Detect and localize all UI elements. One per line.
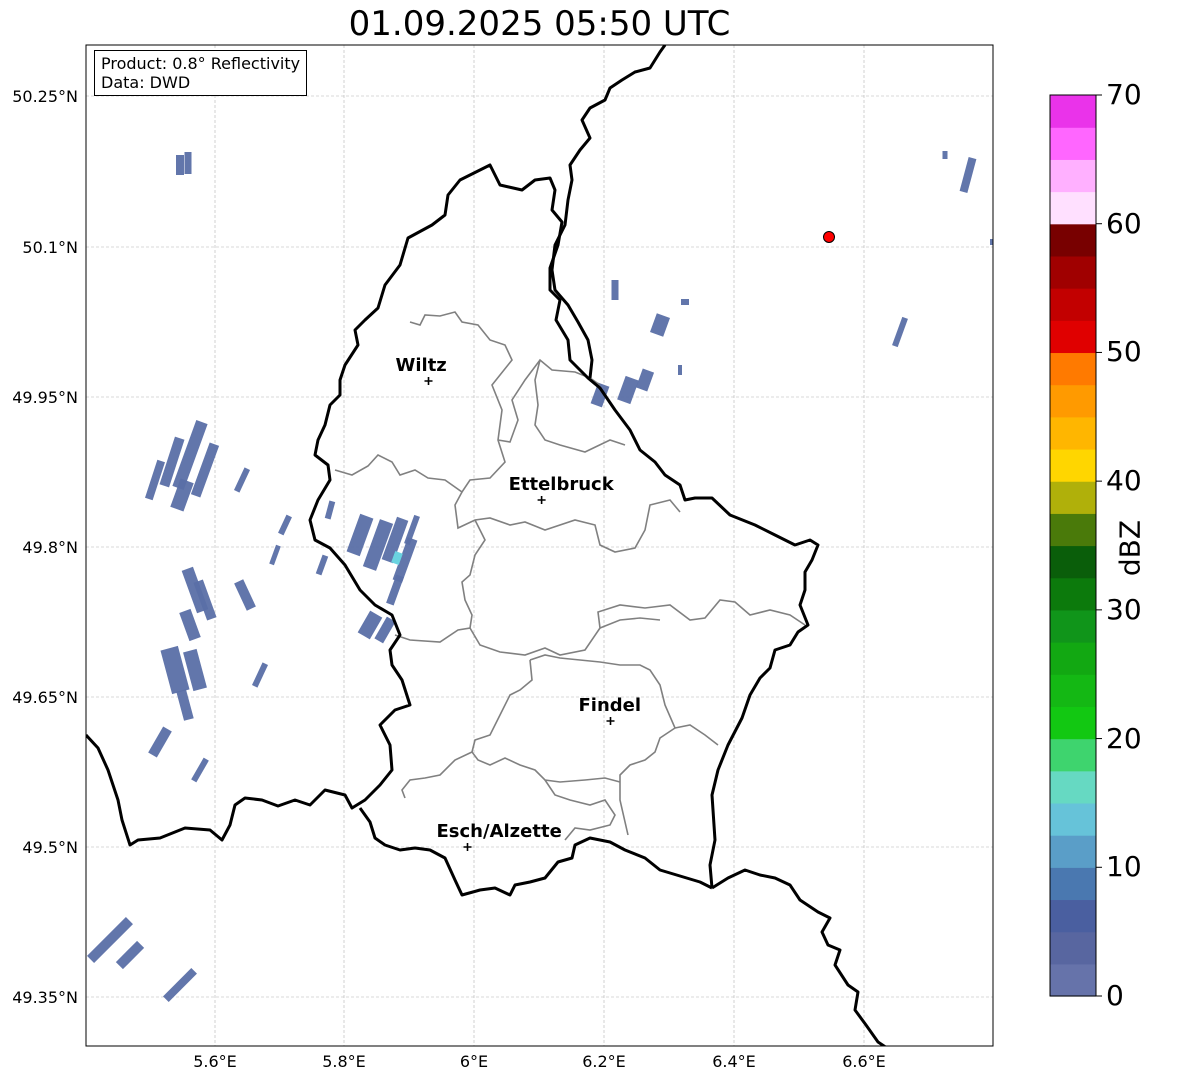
colorbar-tick-label: 20: [1106, 721, 1142, 755]
colorbar-segment: [1050, 609, 1096, 643]
echo-cell: [148, 726, 172, 758]
echo-cell: [942, 151, 948, 159]
colorbar-segment: [1050, 513, 1096, 547]
city-label: Ettelbruck: [509, 474, 615, 495]
colorbar-segment: [1050, 320, 1096, 354]
graticule: [86, 45, 993, 1046]
colorbar-segment: [1050, 899, 1096, 933]
colorbar-segment: [1050, 127, 1096, 160]
echo-cell: [678, 365, 682, 375]
colorbar-segment: [1050, 963, 1096, 997]
lon-tick-label: 5.8°E: [322, 1052, 366, 1071]
echo-cell: [251, 662, 269, 688]
echo-cell: [617, 375, 639, 405]
lon-tick-label: 6.2°E: [582, 1052, 626, 1071]
lon-tick-label: 6.6°E: [842, 1052, 886, 1071]
lat-tick-label: 50.25°N: [12, 87, 78, 106]
lat-tick-label: 49.5°N: [22, 838, 78, 857]
colorbar-segment: [1050, 802, 1096, 836]
echo-cell: [233, 467, 251, 493]
echo-cell: [269, 544, 281, 566]
canton-boundaries: [334, 311, 806, 841]
colorbar-segment: [1050, 545, 1096, 579]
colorbar-segment: [1050, 738, 1096, 772]
colorbar-segment: [1050, 770, 1096, 804]
echo-cell: [315, 554, 329, 576]
echo-cell: [115, 940, 145, 970]
product-info-box: Product: 0.8° Reflectivity Data: DWD: [94, 50, 308, 96]
colorbar-segment: [1050, 448, 1096, 482]
colorbar-segment: [1050, 835, 1096, 868]
colorbar: [1049, 94, 1102, 997]
echo-cell: [611, 280, 619, 300]
city-marker: [537, 496, 546, 504]
lat-tick-label: 49.95°N: [12, 388, 78, 407]
colorbar-segment: [1050, 255, 1096, 289]
colorbar-segment: [1050, 481, 1096, 514]
echo-cell: [681, 299, 689, 305]
city-marker: [424, 377, 433, 385]
echo-cell: [176, 689, 194, 721]
lon-tick-label: 6°E: [459, 1052, 489, 1071]
lat-tick-label: 49.65°N: [12, 688, 78, 707]
echo-cell: [184, 152, 192, 174]
echo-cell: [176, 155, 184, 175]
lat-tick-label: 49.35°N: [12, 988, 78, 1007]
data-source-label: Data: DWD: [101, 73, 191, 92]
echo-cell: [191, 757, 209, 783]
colorbar-tick-label: 30: [1106, 592, 1142, 626]
colorbar-segment: [1050, 95, 1096, 128]
colorbar-segment: [1050, 931, 1096, 965]
radar-site-marker: [823, 231, 835, 243]
city-label: Esch/Alzette: [437, 821, 562, 842]
colorbar-segment: [1050, 674, 1096, 707]
country-borders: [86, 45, 887, 1046]
colorbar-segment: [1050, 577, 1096, 611]
lat-tick-label: 49.8°N: [22, 538, 78, 557]
colorbar-tick-label: 50: [1106, 335, 1142, 369]
colorbar-tick-label: 60: [1106, 206, 1142, 240]
colorbar-tick-label: 10: [1106, 850, 1142, 884]
colorbar-label: dBZ: [1113, 519, 1147, 577]
colorbar-tick-label: 70: [1106, 78, 1142, 111]
echo-cell: [959, 157, 977, 193]
city-marker: [463, 843, 472, 851]
echo-cell: [278, 514, 292, 536]
colorbar-segment: [1050, 416, 1096, 450]
echo-cell: [234, 579, 256, 611]
colorbar-segment: [1050, 223, 1096, 257]
city-label: Findel: [579, 695, 642, 716]
echo-cell: [650, 313, 670, 337]
reflectivity-echoes: [87, 151, 993, 1002]
colorbar-tick-label: 0: [1106, 979, 1124, 1012]
colorbar-tick-label: 40: [1106, 464, 1142, 498]
map-frame: [85, 44, 994, 1047]
city-marker: [606, 717, 615, 725]
echo-cell: [179, 608, 201, 642]
colorbar-segment: [1050, 642, 1096, 675]
lat-tick-label: 50.1°N: [22, 238, 78, 257]
colorbar-segment: [1050, 191, 1096, 225]
echo-cell: [324, 500, 336, 520]
colorbar-segment: [1050, 159, 1096, 193]
echo-cell: [892, 316, 908, 348]
lon-tick-label: 5.6°E: [193, 1052, 237, 1071]
echo-cell: [635, 368, 655, 392]
echo-cell: [386, 574, 404, 606]
colorbar-segment: [1050, 384, 1096, 418]
colorbar-segment: [1050, 288, 1096, 321]
colorbar-segment: [1050, 706, 1096, 740]
colorbar-segment: [1050, 352, 1096, 386]
city-label: Wiltz: [396, 355, 447, 376]
radar-map: Wiltz Ettelbruck Findel Esch/Alzette: [85, 44, 1102, 1047]
product-label: Product: 0.8° Reflectivity: [101, 54, 301, 73]
colorbar-segment: [1050, 867, 1096, 901]
lon-tick-label: 6.4°E: [712, 1052, 756, 1071]
